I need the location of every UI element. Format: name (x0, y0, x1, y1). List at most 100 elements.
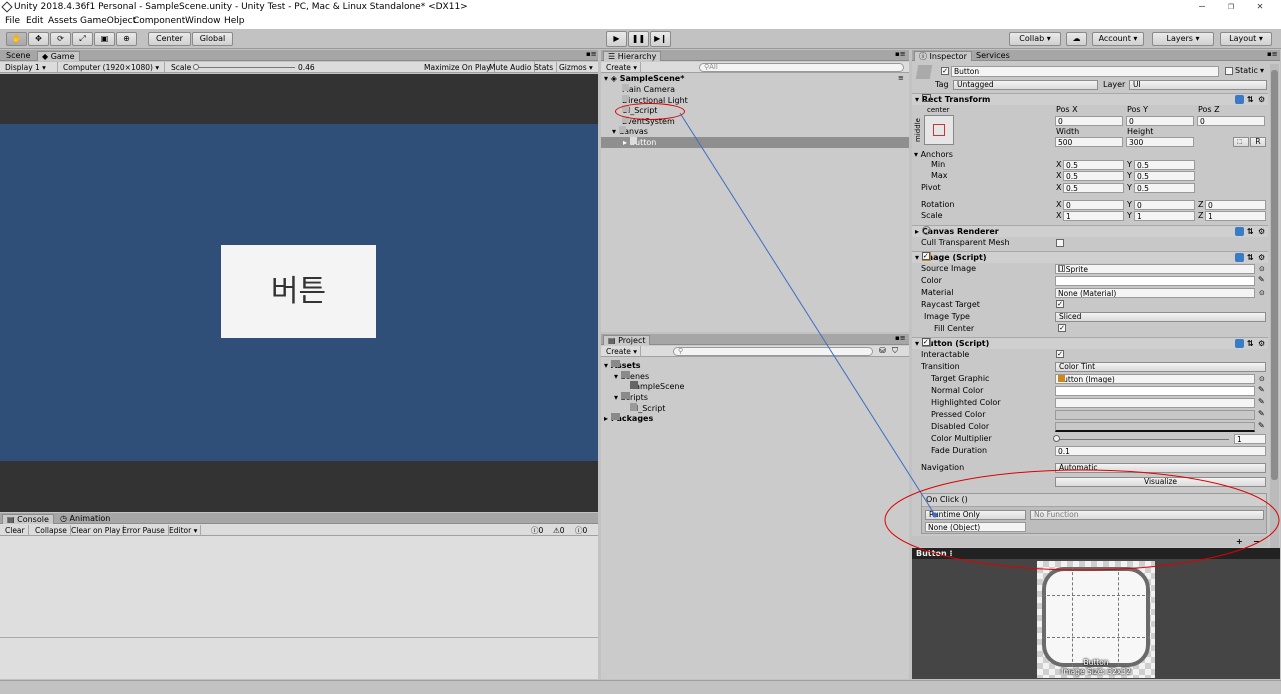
menu-component[interactable]: Component (133, 16, 185, 26)
object-picker-icon[interactable]: ⊙ (1259, 288, 1265, 298)
disabled-color-field[interactable] (1055, 422, 1255, 432)
pause-button[interactable]: ❚❚ (628, 31, 649, 47)
eyedropper-icon[interactable]: ✎ (1258, 409, 1265, 419)
menu-file[interactable]: File (5, 16, 20, 26)
stats-toggle[interactable]: Stats (531, 62, 558, 73)
preset-icon[interactable]: ⇅ (1247, 338, 1254, 349)
image-component-header[interactable]: ▾ ✓ Image (Script) ⇅ ⚙ (912, 251, 1268, 263)
panel-menu-icon[interactable]: ▪≡ (895, 334, 906, 342)
fill-center-checkbox[interactable]: ✓ (1058, 324, 1066, 332)
project-folder-scripts[interactable]: ▾ Scripts (614, 392, 648, 403)
navigation-select[interactable]: Automatic (1055, 463, 1266, 473)
event-target-object-field[interactable]: None (Object) (925, 522, 1026, 532)
resolution-select[interactable]: Computer (1920×1080) ▾ (60, 62, 165, 73)
project-folder-packages[interactable]: ▸ Packages (604, 413, 653, 424)
settings-gear-icon[interactable]: ⚙ (1258, 338, 1265, 349)
runtime-mode-select[interactable]: Runtime Only (925, 510, 1026, 520)
fade-duration-input[interactable]: 0.1 (1055, 446, 1266, 456)
gizmos-toggle[interactable]: Gizmos ▾ (556, 62, 596, 73)
pivot-global-button[interactable]: Global (192, 32, 233, 46)
transform-tool-button[interactable]: ⊕ (116, 32, 137, 46)
preset-icon[interactable]: ⇅ (1247, 94, 1254, 105)
visualize-button[interactable]: Visualize (1055, 477, 1266, 487)
raw-edit-button[interactable]: R (1250, 137, 1266, 147)
image-type-select[interactable]: Sliced (1055, 312, 1266, 322)
collab-button[interactable]: Collab ▾ (1009, 32, 1061, 46)
remove-event-button[interactable]: − (1253, 537, 1260, 547)
move-tool-button[interactable]: ✥ (28, 32, 49, 46)
cloud-button[interactable]: ☁ (1066, 32, 1087, 46)
pressed-color-field[interactable] (1055, 410, 1255, 420)
account-button[interactable]: Account ▾ (1092, 32, 1144, 46)
static-checkbox[interactable] (1225, 67, 1233, 75)
tab-scene[interactable]: Scene (2, 51, 34, 61)
eyedropper-icon[interactable]: ✎ (1258, 397, 1265, 407)
maximize-on-play-toggle[interactable]: Maximize On Play (421, 62, 495, 73)
anchor-min-x-input[interactable]: 0.5 (1063, 160, 1124, 170)
object-picker-icon[interactable]: ⊙ (1259, 264, 1265, 274)
tab-project[interactable]: ▤ Project (603, 335, 651, 345)
project-search-input[interactable]: ⚲ (673, 347, 873, 356)
rect-transform-header[interactable]: ▾ Rect Transform ⇅ ⚙ (912, 93, 1268, 105)
tab-animation[interactable]: ◷ Animation (56, 514, 114, 524)
close-icon[interactable]: ✕ (1257, 1, 1263, 12)
step-button[interactable]: ▶❙ (650, 31, 671, 47)
rotate-tool-button[interactable]: ⟳ (50, 32, 71, 46)
transition-select[interactable]: Color Tint (1055, 362, 1266, 372)
help-icon[interactable] (1235, 95, 1244, 104)
pos-z-input[interactable]: 0 (1197, 116, 1265, 126)
hierarchy-item-main-camera[interactable]: Main Camera (622, 84, 675, 95)
minimize-icon[interactable]: – (1199, 1, 1205, 12)
inspector-scrollbar[interactable] (1270, 64, 1279, 548)
preset-icon[interactable]: ⇅ (1247, 226, 1254, 237)
scale-y-input[interactable]: 1 (1134, 211, 1195, 221)
interactable-checkbox[interactable]: ✓ (1056, 350, 1064, 358)
mute-audio-toggle[interactable]: Mute Audio (486, 62, 536, 73)
tab-console[interactable]: ▤ Console (2, 514, 54, 524)
scale-z-input[interactable]: 1 (1205, 211, 1266, 221)
object-active-checkbox[interactable]: ✓ (941, 67, 949, 75)
console-log-count[interactable]: ⓘ0 (575, 525, 587, 536)
color-multiplier-slider-track[interactable] (1057, 439, 1229, 440)
image-color-field[interactable] (1055, 276, 1255, 286)
scale-slider-thumb[interactable] (193, 64, 199, 70)
anchor-max-y-input[interactable]: 0.5 (1134, 171, 1195, 181)
menu-help[interactable]: Help (224, 16, 245, 26)
anchor-preset-button[interactable] (924, 115, 954, 145)
eyedropper-icon[interactable]: ✎ (1258, 275, 1265, 285)
tag-select[interactable]: Untagged (953, 80, 1098, 90)
project-folder-assets[interactable]: ▾ Assets (604, 360, 641, 371)
filter-label-icon[interactable]: ⛉ (892, 346, 898, 356)
source-image-field[interactable]: UISprite (1055, 264, 1255, 274)
width-input[interactable]: 500 (1055, 137, 1123, 147)
menu-gameobject[interactable]: GameObject (80, 16, 136, 26)
hand-tool-button[interactable]: ✋ (6, 32, 27, 46)
static-dropdown-icon[interactable]: ▾ (1260, 66, 1264, 76)
hierarchy-item-canvas[interactable]: ▾ Canvas (612, 126, 648, 137)
target-graphic-field[interactable]: Button (Image) (1055, 374, 1255, 384)
tab-services[interactable]: Services (972, 51, 1014, 61)
material-field[interactable]: None (Material) (1055, 288, 1255, 298)
display-select[interactable]: Display 1 ▾ (2, 62, 58, 73)
console-clear-on-play-button[interactable]: Clear on Play (68, 525, 125, 536)
pivot-center-button[interactable]: Center (148, 32, 191, 46)
console-error-count[interactable]: ⓘ0 (531, 525, 543, 536)
blueprint-mode-button[interactable]: ⬚ (1233, 137, 1249, 147)
anchor-max-x-input[interactable]: 0.5 (1063, 171, 1124, 181)
preview-menu-icon[interactable]: ⁝ (949, 549, 952, 558)
pos-y-input[interactable]: 0 (1126, 116, 1194, 126)
menu-window[interactable]: Window (185, 16, 221, 26)
console-collapse-button[interactable]: Collapse (32, 525, 71, 536)
preset-icon[interactable]: ⇅ (1247, 252, 1254, 263)
color-multiplier-input[interactable]: 1 (1234, 434, 1266, 444)
hierarchy-search-input[interactable]: ⚲All (699, 63, 904, 72)
function-select[interactable]: No Function (1030, 510, 1264, 520)
inspector-scroll-thumb[interactable] (1271, 70, 1278, 480)
menu-assets[interactable]: Assets (48, 16, 77, 26)
button-component-header[interactable]: ▾ ✓ Button (Script) ⇅ ⚙ (912, 337, 1268, 349)
rotation-z-input[interactable]: 0 (1205, 200, 1266, 210)
filter-type-icon[interactable]: ⛁ (879, 346, 886, 355)
menu-edit[interactable]: Edit (26, 16, 43, 26)
pos-x-input[interactable]: 0 (1055, 116, 1123, 126)
hierarchy-create-button[interactable]: Create ▾ (603, 62, 642, 73)
